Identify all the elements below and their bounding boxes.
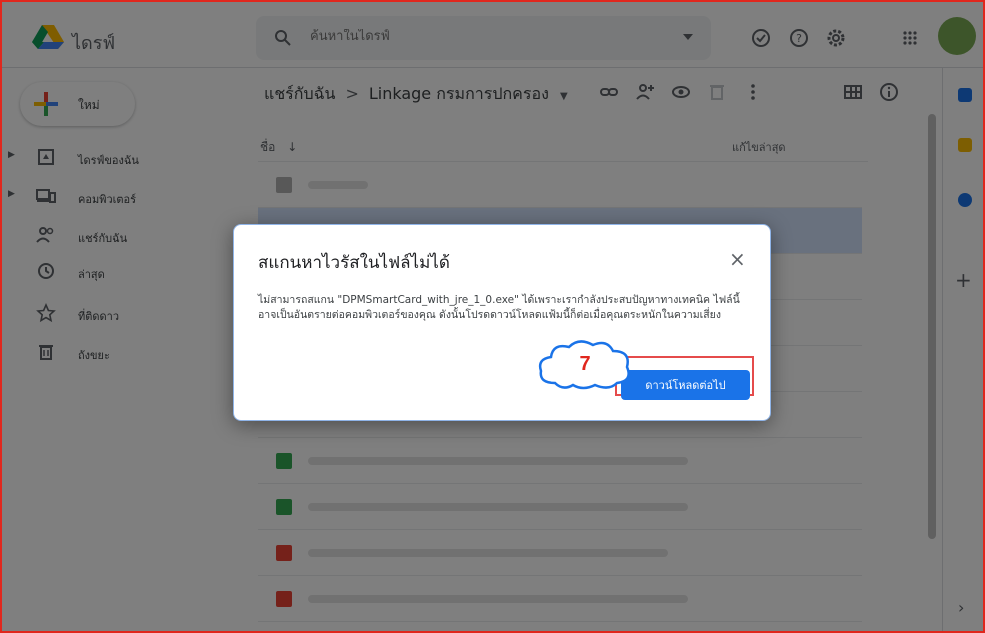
app-frame: ไดรฟ์ ? [0,0,985,633]
step-number: 7 [579,353,591,375]
dialog-title: สแกนหาไวรัสในไฟล์ไม่ได้ [258,253,450,273]
download-anyway-button[interactable]: ดาวน์โหลดต่อไป [621,370,750,400]
step-callout-cloud: 7 [535,337,635,391]
dialog-message: ไม่สามารถสแกน "DPMSmartCard_with_jre_1_0… [258,294,740,321]
virus-scan-warning-dialog: สแกนหาไวรัสในไฟล์ไม่ได้ × ไม่สามารถสแกน … [233,224,771,421]
close-icon[interactable]: × [729,247,746,271]
